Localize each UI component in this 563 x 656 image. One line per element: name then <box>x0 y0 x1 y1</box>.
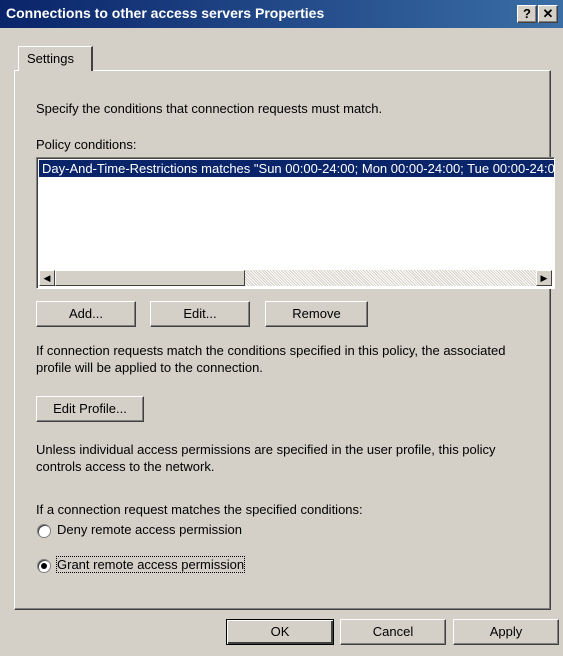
ok-button[interactable]: OK <box>226 619 334 645</box>
edit-profile-button[interactable]: Edit Profile... <box>36 396 144 422</box>
title-bar: Connections to other access servers Prop… <box>0 0 563 28</box>
tab-settings[interactable]: Settings <box>18 46 93 71</box>
list-item[interactable]: Day-And-Time-Restrictions matches "Sun 0… <box>39 160 554 177</box>
scroll-thumb[interactable] <box>55 270 245 286</box>
close-button[interactable]: ✕ <box>538 5 558 23</box>
match-conditions-label: If a connection request matches the spec… <box>36 502 363 517</box>
cancel-button[interactable]: Cancel <box>340 619 446 645</box>
deny-radio-label[interactable]: Deny remote access permission <box>57 522 242 537</box>
window-title: Connections to other access servers Prop… <box>6 5 325 21</box>
remove-button[interactable]: Remove <box>265 301 368 327</box>
radio-selected-dot <box>41 563 47 569</box>
scroll-left-icon[interactable]: ◀ <box>39 270 55 286</box>
apply-button[interactable]: Apply <box>453 619 559 645</box>
help-button[interactable]: ? <box>517 5 537 23</box>
permissions-description: Unless individual access permissions are… <box>36 442 496 474</box>
grant-radio-label[interactable]: Grant remote access permission <box>55 556 246 573</box>
policy-conditions-label: Policy conditions: <box>36 137 137 152</box>
scroll-right-icon[interactable]: ▶ <box>536 270 552 286</box>
horizontal-scrollbar[interactable]: ◀ ▶ <box>39 270 552 286</box>
policy-conditions-list[interactable]: Day-And-Time-Restrictions matches "Sun 0… <box>36 157 555 289</box>
profile-description: If connection requests match the conditi… <box>36 343 506 375</box>
instructions-text: Specify the conditions that connection r… <box>36 101 383 116</box>
deny-radio[interactable] <box>37 524 51 538</box>
add-button[interactable]: Add... <box>36 301 136 327</box>
grant-radio[interactable] <box>37 559 51 573</box>
edit-button[interactable]: Edit... <box>150 301 250 327</box>
tab-settings-label: Settings <box>27 51 74 66</box>
